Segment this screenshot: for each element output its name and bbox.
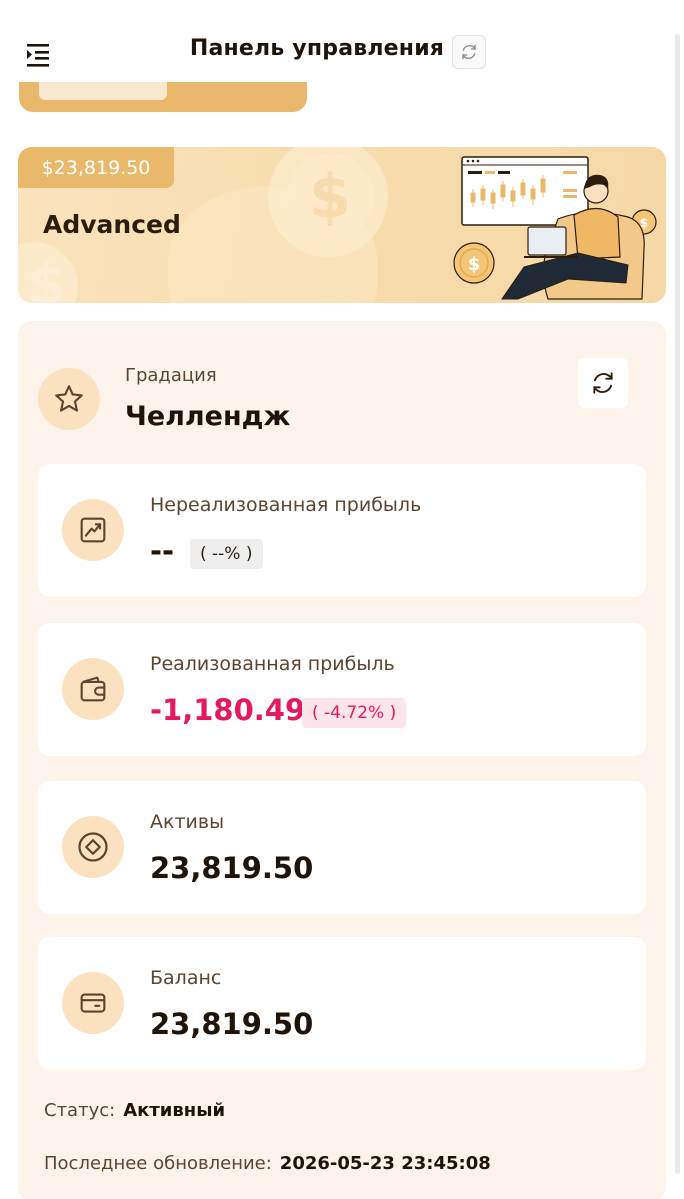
stat-label: Баланс [150,967,222,989]
svg-text:$: $ [27,253,65,303]
last-update-row: Последнее обновление: 2026-05-23 23:45:08 [44,1153,491,1174]
stat-value: -1,180.49 [150,693,306,727]
svg-text:$: $ [309,162,351,232]
stat-value: 23,819.50 [150,851,314,885]
plan-name: Advanced [43,210,181,239]
page-title: Панель управления [189,36,445,61]
dollar-watermark-icon: $ [27,253,65,303]
stat-label: Нереализованная прибыль [150,494,422,516]
gradation-label: Градация [125,365,217,386]
gradation-refresh-button[interactable] [578,358,628,408]
status-row: Статус: Активный [44,1100,225,1121]
stat-percent-badge: ( --% ) [190,539,263,569]
diamond-coin-icon [62,816,124,878]
stat-label: Реализованная прибыль [150,653,395,675]
card-icon [62,972,124,1034]
status-label: Статус: [44,1100,116,1121]
stat-percent-badge: ( -4.72% ) [302,698,407,728]
wallet-icon [62,658,124,720]
assets-card: Активы 23,819.50 [38,781,646,914]
stat-value: -- [150,534,175,568]
stat-value: 23,819.50 [150,1007,314,1041]
unrealized-profit-card: Нереализованная прибыль -- ( --% ) [38,464,646,597]
refresh-icon [593,372,613,394]
last-update-label: Последнее обновление: [44,1153,272,1174]
balance-card: Баланс 23,819.50 [38,937,646,1070]
status-value: Активный [123,1100,226,1121]
account-banner[interactable]: $ $ $23,819.50 Advanced $ $ [18,147,666,303]
star-icon [38,368,100,430]
trend-chart-icon [62,499,124,561]
stat-label: Активы [150,811,225,833]
price-tag: $23,819.50 [18,147,174,188]
svg-text:$: $ [468,254,481,275]
gradation-value: Челлендж [125,401,291,432]
account-details-card: Градация Челлендж Нереализованная прибыл… [18,321,666,1199]
realized-profit-card: Реализованная прибыль -1,180.49 ( -4.72%… [38,623,646,756]
refresh-icon [462,44,476,60]
dollar-watermark-icon: $ [286,153,374,241]
scrollbar[interactable] [675,34,680,1174]
trader-illustration: $ $ [453,156,657,300]
previous-card-edge [19,82,307,112]
last-update-value: 2026-05-23 23:45:08 [279,1153,491,1174]
header-refresh-button[interactable] [452,35,486,69]
